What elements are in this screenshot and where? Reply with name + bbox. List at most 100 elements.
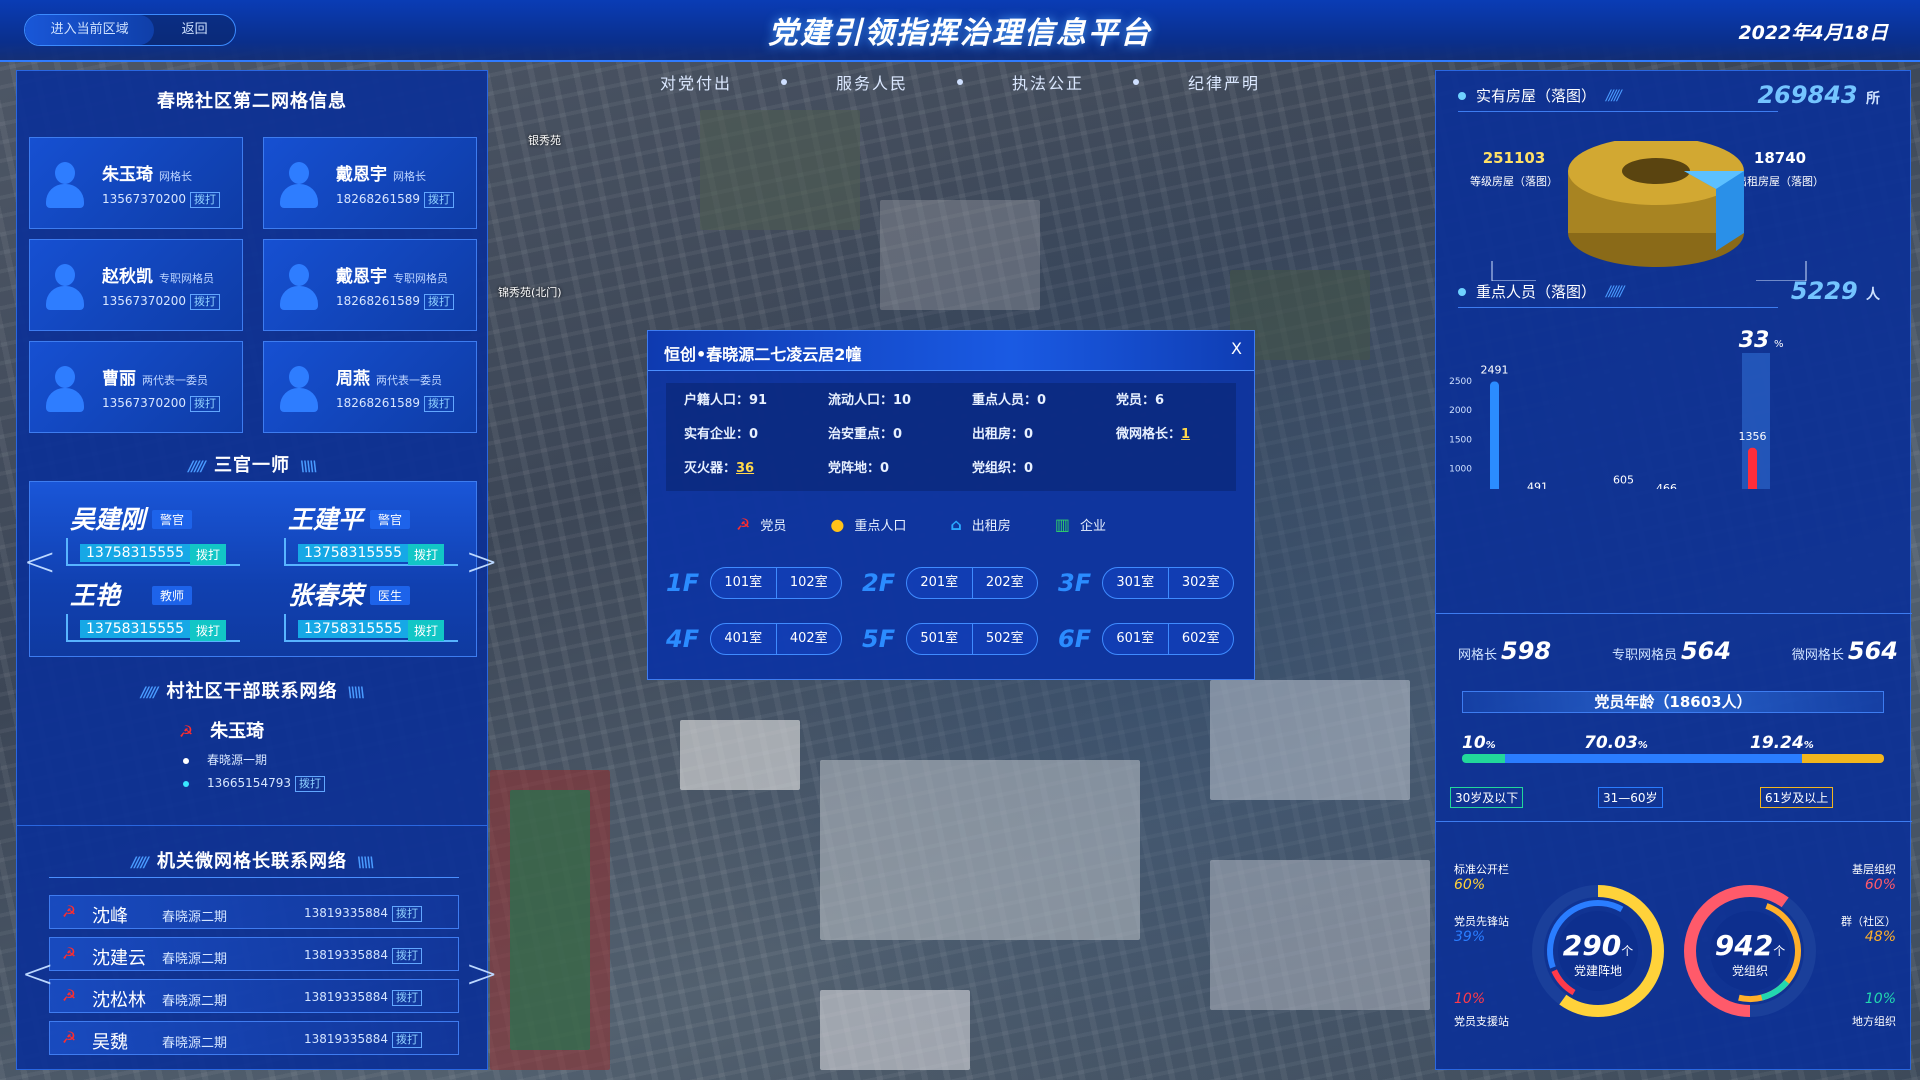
room-button[interactable]: 302室 — [1169, 568, 1234, 598]
dial-button[interactable]: 拨打 — [189, 294, 220, 310]
dial-button[interactable]: 拨打 — [190, 544, 227, 565]
micro-grid-row[interactable]: ☭ 沈峰 春晓源二期 13819335884 拨打 — [49, 895, 459, 929]
room-button[interactable]: 601室 — [1103, 624, 1169, 654]
member-card[interactable]: 曹丽 两代表一委员 13567370200 拨打 — [29, 341, 243, 433]
age-pct-unit: % — [1637, 740, 1648, 751]
micro-phone-line: 13819335884 拨打 — [304, 906, 422, 922]
gauge-item-pct: 10% — [1454, 991, 1486, 1007]
room-group: 501室 502室 — [906, 623, 1038, 655]
dial-button[interactable]: 拨打 — [408, 620, 445, 641]
officer-card: 王艳 教师 13758315555 拨打 — [60, 576, 256, 648]
room-button[interactable]: 502室 — [973, 624, 1038, 654]
age-pct: 70.03% — [1584, 733, 1648, 753]
bar[interactable] — [1490, 381, 1499, 489]
micro-prev-button[interactable]: < — [21, 951, 55, 997]
room-button[interactable]: 202室 — [973, 568, 1038, 598]
micro-grid-row[interactable]: ☭ 吴魏 春晓源二期 13819335884 拨打 — [49, 1021, 459, 1055]
micro-next-button[interactable]: > — [465, 951, 499, 997]
cadre-area: 春晓源一期 — [207, 753, 268, 767]
building-stat: 治安重点：0 — [828, 423, 972, 457]
officer-card: 吴建刚 警官 13758315555 拨打 — [60, 500, 256, 572]
room-button[interactable]: 101室 — [711, 568, 777, 598]
gauge-item-label: 基层组织 — [1852, 863, 1896, 876]
dial-button[interactable]: 拨打 — [391, 1032, 422, 1048]
legend-item[interactable]: ▥ 企业 — [1055, 515, 1106, 534]
party-icon: ☭ — [61, 902, 77, 921]
key-persons-bar-chart: 0500100015002000250033%2491青少年491重点上访145… — [1449, 328, 1784, 489]
member-card[interactable]: 戴恩宇 专职网格员 18268261589 拨打 — [263, 239, 477, 331]
dial-button[interactable]: 拨打 — [391, 906, 422, 922]
legend-item[interactable]: ☭ 党员 — [736, 515, 786, 534]
room-button[interactable]: 201室 — [907, 568, 973, 598]
room-button[interactable]: 102室 — [777, 568, 842, 598]
dial-button[interactable]: 拨打 — [408, 544, 445, 565]
officer-tag: 教师 — [152, 586, 193, 605]
floor-row: 4F 401室 402室 — [662, 615, 858, 671]
age-segment — [1462, 754, 1505, 763]
legend-item[interactable]: ● 重点人口 — [830, 515, 906, 534]
divider — [1436, 613, 1912, 614]
dial-button[interactable]: 拨打 — [423, 396, 454, 412]
close-button[interactable]: X — [1231, 339, 1242, 358]
micro-grid-row[interactable]: ☭ 沈松林 春晓源二期 13819335884 拨打 — [49, 979, 459, 1013]
motto: 服务人民 — [835, 74, 908, 93]
housing-title: 实有房屋（落图） ///// — [1458, 85, 1630, 106]
stat-label: 微网格长： — [1116, 427, 1182, 442]
age-group-label: 61岁及以上 — [1760, 787, 1834, 808]
room-button[interactable]: 301室 — [1103, 568, 1169, 598]
room-button[interactable]: 501室 — [907, 624, 973, 654]
building-icon: ▥ — [1054, 515, 1070, 534]
stat-label: 实有企业： — [684, 427, 750, 442]
room-group: 101室 102室 — [710, 567, 842, 599]
member-card[interactable]: 戴恩宇 网格长 18268261589 拨打 — [263, 137, 477, 229]
room-button[interactable]: 602室 — [1169, 624, 1234, 654]
officers-next-button[interactable]: > — [465, 539, 499, 585]
housing-total: 269843 所 — [1757, 81, 1880, 109]
age-segment — [1802, 754, 1884, 763]
member-card[interactable]: 赵秋凯 专职网格员 13567370200 拨打 — [29, 239, 243, 331]
map-building-roof — [1210, 860, 1430, 1010]
member-role: 两代表一委员 — [376, 374, 442, 387]
stat-value-link[interactable]: 1 — [1181, 427, 1190, 442]
legend-label: 企业 — [1079, 519, 1106, 534]
stat-value-link[interactable]: 36 — [736, 461, 754, 476]
dial-button[interactable]: 拨打 — [190, 620, 227, 641]
building-stat: 出租房：0 — [972, 423, 1116, 457]
micro-grid-row[interactable]: ☭ 沈建云 春晓源二期 13819335884 拨打 — [49, 937, 459, 971]
highlight-pct-unit: % — [1774, 339, 1784, 350]
dial-button[interactable]: 拨打 — [189, 192, 220, 208]
room-button[interactable]: 402室 — [777, 624, 842, 654]
room-button[interactable]: 401室 — [711, 624, 777, 654]
personnel-count: 微网格长 564 — [1792, 637, 1898, 665]
member-card[interactable]: 周燕 两代表一委员 18268261589 拨打 — [263, 341, 477, 433]
floor-label: 3F — [1058, 569, 1092, 597]
officers-prev-button[interactable]: < — [23, 539, 57, 585]
member-card[interactable]: 朱玉琦 网格长 13567370200 拨打 — [29, 137, 243, 229]
stat-value: 0 — [1024, 427, 1034, 442]
bar[interactable] — [1748, 447, 1757, 489]
popup-header: 恒创•春晓源二七凌云居2幢 X — [648, 331, 1254, 371]
stat-label: 重点人员： — [972, 393, 1038, 408]
dial-button[interactable]: 拨打 — [391, 990, 422, 1006]
personnel-value: 598 — [1501, 637, 1552, 665]
dial-button[interactable]: 拨打 — [423, 192, 454, 208]
micro-area: 春晓源二期 — [162, 994, 228, 1009]
bullet-icon — [1458, 91, 1466, 100]
dial-button[interactable]: 拨打 — [423, 294, 454, 310]
officers-carousel: 吴建刚 警官 13758315555 拨打 王建平 警官 13758315555 拨打 王艳 教师… — [29, 481, 477, 657]
stat-label: 灭火器： — [684, 461, 737, 476]
dot-icon — [781, 79, 787, 85]
member-name-line: 戴恩宇 网格长 — [336, 160, 426, 185]
age-segment — [1504, 754, 1803, 763]
micro-phone: 13819335884 — [304, 1032, 388, 1046]
dial-button[interactable]: 拨打 — [294, 776, 325, 792]
member-name: 周燕 — [336, 369, 370, 389]
dial-button[interactable]: 拨打 — [391, 948, 422, 964]
y-tick-label: 2000 — [1449, 406, 1472, 416]
officers-title: ///// 三官一师 \\\\\ — [17, 451, 487, 477]
dial-button[interactable]: 拨打 — [189, 396, 220, 412]
bar-value-label: 466 — [1656, 482, 1677, 489]
legend-item[interactable]: ⌂ 出租房 — [950, 515, 1010, 534]
leader-line — [1491, 261, 1536, 281]
member-name: 戴恩宇 — [336, 267, 387, 287]
